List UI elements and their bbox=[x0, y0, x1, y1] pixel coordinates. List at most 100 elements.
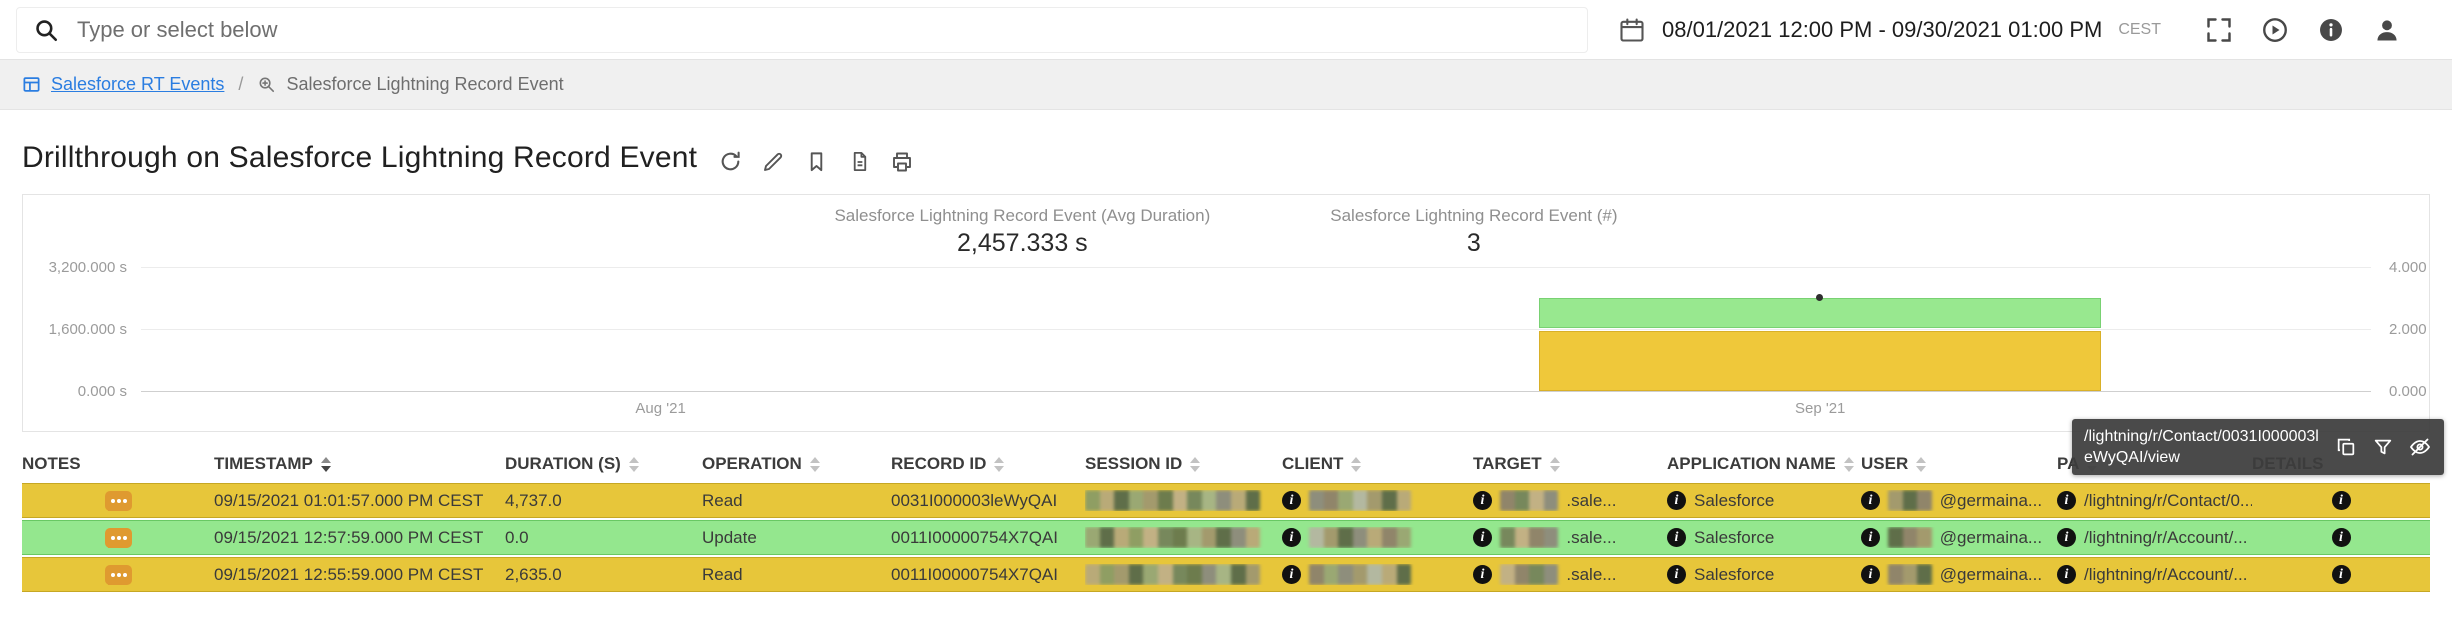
info-icon[interactable] bbox=[2315, 14, 2347, 46]
cell-operation: Read bbox=[702, 491, 891, 511]
bookmark-icon[interactable] bbox=[803, 149, 829, 175]
stat-value: 2,457.333 s bbox=[834, 229, 1210, 258]
stat-label: Salesforce Lightning Record Event (Avg D… bbox=[834, 206, 1210, 226]
cell-page: /lightning/r/Contact/0... bbox=[2057, 491, 2252, 511]
info-icon[interactable] bbox=[1282, 491, 1301, 510]
column-header-application-name[interactable]: APPLICATION NAME bbox=[1667, 454, 1861, 474]
bar-event-count[interactable] bbox=[1539, 298, 2101, 327]
column-header-timestamp[interactable]: TIMESTAMP bbox=[214, 454, 505, 474]
stat-label: Salesforce Lightning Record Event (#) bbox=[1330, 206, 1617, 226]
chart-stats: Salesforce Lightning Record Event (Avg D… bbox=[23, 195, 2429, 258]
events-table: NOTES TIMESTAMP DURATION (S) OPERATION R… bbox=[22, 447, 2430, 592]
column-header-user[interactable]: USER bbox=[1861, 454, 2057, 474]
info-icon[interactable] bbox=[1473, 565, 1492, 584]
sort-icon bbox=[810, 457, 820, 472]
search-input[interactable] bbox=[75, 16, 1571, 44]
column-header-operation[interactable]: OPERATION bbox=[702, 454, 891, 474]
cell-target: .sale... bbox=[1473, 564, 1667, 585]
play-icon[interactable] bbox=[2259, 14, 2291, 46]
redacted-user bbox=[1888, 564, 1932, 585]
info-icon[interactable] bbox=[1473, 528, 1492, 547]
stat-avg-duration: Salesforce Lightning Record Event (Avg D… bbox=[834, 206, 1210, 258]
breadcrumb-current: Salesforce Lightning Record Event bbox=[286, 74, 563, 95]
cell-target: .sale... bbox=[1473, 527, 1667, 548]
column-header-session-id[interactable]: SESSION ID bbox=[1085, 454, 1282, 474]
cell-session-id bbox=[1085, 527, 1282, 548]
cell-record-id: 0011I00000754X7QAI bbox=[891, 565, 1085, 585]
note-icon[interactable] bbox=[105, 528, 132, 548]
cell-duration: 2,635.0 bbox=[505, 565, 702, 585]
redacted-target bbox=[1500, 564, 1558, 585]
edit-icon[interactable] bbox=[760, 149, 786, 175]
topbar: 08/01/2021 12:00 PM - 09/30/2021 01:00 P… bbox=[0, 0, 2452, 60]
topbar-actions bbox=[2203, 14, 2403, 46]
print-icon[interactable] bbox=[889, 149, 915, 175]
user-icon[interactable] bbox=[2371, 14, 2403, 46]
cell-session-id bbox=[1085, 490, 1282, 511]
redacted-session-id bbox=[1085, 527, 1260, 548]
y-axis-left-tick: 3,200.000 s bbox=[23, 259, 127, 276]
stat-event-count: Salesforce Lightning Record Event (#) 3 bbox=[1330, 206, 1617, 258]
cell-operation: Read bbox=[702, 565, 891, 585]
export-icon[interactable] bbox=[846, 149, 872, 175]
bar-avg-duration[interactable] bbox=[1539, 331, 2101, 392]
info-icon[interactable] bbox=[1667, 565, 1686, 584]
x-axis-tick: Aug '21 bbox=[635, 400, 685, 417]
sort-icon bbox=[1916, 457, 1926, 472]
cell-details bbox=[2252, 491, 2430, 510]
column-header-client[interactable]: CLIENT bbox=[1282, 454, 1473, 474]
info-icon[interactable] bbox=[2332, 491, 2351, 510]
info-icon[interactable] bbox=[1667, 491, 1686, 510]
info-icon[interactable] bbox=[1473, 491, 1492, 510]
exclude-eye-slash-icon[interactable] bbox=[2408, 435, 2432, 459]
redacted-client bbox=[1309, 564, 1411, 585]
sort-icon bbox=[629, 457, 639, 472]
table-row[interactable]: 09/15/2021 12:55:59.000 PM CEST 2,635.0 … bbox=[22, 557, 2430, 592]
cell-application: Salesforce bbox=[1667, 565, 1861, 585]
y-axis-left-tick: 0.000 s bbox=[23, 383, 127, 400]
breadcrumb-link-root[interactable]: Salesforce RT Events bbox=[51, 74, 224, 95]
refresh-icon[interactable] bbox=[717, 149, 743, 175]
date-range-picker[interactable]: 08/01/2021 12:00 PM - 09/30/2021 01:00 P… bbox=[1618, 16, 2161, 44]
breadcrumb-separator: / bbox=[238, 74, 243, 95]
info-icon[interactable] bbox=[1282, 528, 1301, 547]
copy-icon[interactable] bbox=[2334, 435, 2358, 459]
y-axis-right-tick: 4.000 bbox=[2389, 259, 2452, 276]
cell-target: .sale... bbox=[1473, 490, 1667, 511]
cell-details bbox=[2252, 528, 2430, 547]
chart-panel: Salesforce Lightning Record Event (Avg D… bbox=[22, 194, 2430, 432]
column-header-record-id[interactable]: RECORD ID bbox=[891, 454, 1085, 474]
info-icon[interactable] bbox=[2332, 528, 2351, 547]
redacted-session-id bbox=[1085, 490, 1260, 511]
search-box[interactable] bbox=[16, 7, 1588, 53]
info-icon[interactable] bbox=[2057, 528, 2076, 547]
cell-record-id: 0031I000003leWyQAI bbox=[891, 491, 1085, 511]
note-icon[interactable] bbox=[105, 491, 132, 511]
info-icon[interactable] bbox=[2057, 565, 2076, 584]
column-header-notes[interactable]: NOTES bbox=[22, 454, 214, 474]
info-icon[interactable] bbox=[1667, 528, 1686, 547]
table-row[interactable]: 09/15/2021 01:01:57.000 PM CEST 4,737.0 … bbox=[22, 483, 2430, 518]
cell-operation: Update bbox=[702, 528, 891, 548]
fullscreen-icon[interactable] bbox=[2203, 14, 2235, 46]
info-icon[interactable] bbox=[1861, 491, 1880, 510]
y-axis-right-tick: 0.000 bbox=[2389, 383, 2452, 400]
page-title: Drillthrough on Salesforce Lightning Rec… bbox=[22, 141, 697, 175]
calendar-icon bbox=[1618, 16, 1646, 44]
redacted-session-id bbox=[1085, 564, 1260, 585]
note-icon[interactable] bbox=[105, 565, 132, 585]
table-row[interactable]: 09/15/2021 12:57:59.000 PM CEST 0.0 Upda… bbox=[22, 520, 2430, 555]
column-header-target[interactable]: TARGET bbox=[1473, 454, 1667, 474]
column-header-duration[interactable]: DURATION (S) bbox=[505, 454, 702, 474]
date-range-text: 08/01/2021 12:00 PM - 09/30/2021 01:00 P… bbox=[1662, 17, 2102, 43]
info-icon[interactable] bbox=[2057, 491, 2076, 510]
bar-group bbox=[1539, 267, 2101, 392]
info-icon[interactable] bbox=[1861, 565, 1880, 584]
info-icon[interactable] bbox=[2332, 565, 2351, 584]
value-action-tooltip: /lightning/r/Contact/0031I000003leWyQAI/… bbox=[2072, 419, 2444, 475]
filter-icon[interactable] bbox=[2371, 435, 2395, 459]
info-icon[interactable] bbox=[1282, 565, 1301, 584]
stat-value: 3 bbox=[1330, 229, 1617, 258]
breadcrumb: Salesforce RT Events / Salesforce Lightn… bbox=[0, 60, 2452, 110]
info-icon[interactable] bbox=[1861, 528, 1880, 547]
